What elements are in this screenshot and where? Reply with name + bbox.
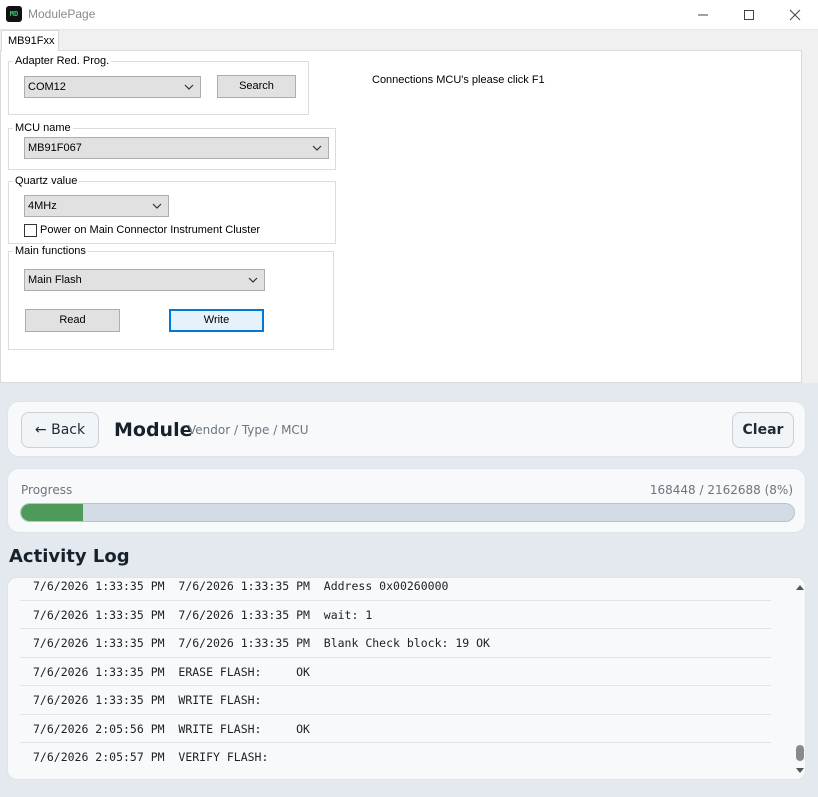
log-entry: 7/6/2026 1:33:35 PM 7/6/2026 1:33:35 PM …: [20, 578, 771, 601]
module-title: Module: [114, 419, 193, 441]
module-panel: Adapter Red. Prog. COM12 Search Connecti…: [0, 50, 802, 383]
adapter-group: Adapter Red. Prog. COM12 Search: [8, 55, 309, 115]
log-entry: 7/6/2026 1:33:35 PM ERASE FLASH: OK: [20, 658, 771, 686]
activity-log-title: Activity Log: [9, 546, 130, 567]
window-title: ModulePage: [28, 7, 96, 21]
progress-bar-fill: [21, 504, 83, 521]
functions-group-label: Main functions: [13, 245, 88, 257]
scroll-down-icon[interactable]: [796, 768, 804, 773]
back-button[interactable]: ← Back: [21, 412, 99, 448]
mcu-select-value: MB91F067: [28, 142, 82, 154]
progress-count: 168448 / 2162688 (8%): [649, 483, 793, 497]
mcu-group-label: MCU name: [13, 122, 73, 134]
search-button[interactable]: Search: [217, 75, 296, 98]
function-select-value: Main Flash: [28, 274, 82, 286]
close-icon: [789, 9, 801, 21]
adapter-group-label: Adapter Red. Prog.: [13, 55, 112, 67]
functions-group: Main functions Main Flash Read Write: [8, 245, 334, 350]
quartz-group-label: Quartz value: [13, 175, 80, 187]
window-right-edge: [802, 50, 818, 383]
tab-mb91fxx[interactable]: MB91Fxx: [1, 30, 59, 51]
activity-log: 7/6/2026 1:33:35 PM 7/6/2026 1:33:35 PM …: [7, 577, 806, 780]
log-scrollbar[interactable]: [793, 578, 805, 779]
log-entry: 7/6/2026 1:33:35 PM 7/6/2026 1:33:35 PM …: [20, 601, 771, 629]
power-checkbox[interactable]: [24, 224, 37, 237]
app-logo-icon: MD: [6, 6, 22, 22]
progress-label: Progress: [21, 483, 73, 497]
log-rows: 7/6/2026 1:33:35 PM 7/6/2026 1:33:35 PM …: [8, 578, 783, 772]
quartz-select[interactable]: 4MHz: [24, 195, 169, 217]
chevron-down-icon: [152, 203, 162, 209]
title-bar: MD ModulePage: [0, 0, 818, 30]
module-header: ← Back Module Vendor / Type / MCU Clear: [7, 401, 806, 457]
progress-bar: [20, 503, 795, 522]
scroll-up-icon[interactable]: [796, 585, 804, 590]
close-button[interactable]: [772, 0, 818, 30]
read-button[interactable]: Read: [25, 309, 120, 332]
minimize-button[interactable]: [680, 0, 726, 30]
chevron-down-icon: [248, 277, 258, 283]
write-button[interactable]: Write: [169, 309, 264, 332]
scroll-thumb[interactable]: [796, 745, 804, 761]
minimize-icon: [698, 14, 708, 16]
bottom-edge: [0, 788, 818, 797]
port-select[interactable]: COM12: [24, 76, 201, 98]
chevron-down-icon: [312, 145, 322, 151]
module-subtitle: Vendor / Type / MCU: [188, 423, 309, 437]
quartz-select-value: 4MHz: [28, 200, 57, 212]
quartz-group: Quartz value 4MHz Power on Main Connecto…: [8, 175, 336, 244]
status-text: Connections MCU's please click F1: [372, 74, 545, 86]
power-checkbox-label: Power on Main Connector Instrument Clust…: [40, 224, 261, 236]
clear-button[interactable]: Clear: [732, 412, 794, 448]
function-select[interactable]: Main Flash: [24, 269, 265, 291]
log-entry: 7/6/2026 1:33:35 PM WRITE FLASH:: [20, 686, 771, 715]
log-entry: 7/6/2026 2:05:57 PM VERIFY FLASH:: [33, 750, 269, 764]
chevron-down-icon: [184, 84, 194, 90]
mcu-group: MCU name MB91F067: [8, 122, 336, 170]
tab-strip: [0, 30, 818, 50]
progress-card: Progress 168448 / 2162688 (8%): [7, 468, 806, 533]
mcu-select[interactable]: MB91F067: [24, 137, 329, 159]
log-entry: 7/6/2026 1:33:35 PM 7/6/2026 1:33:35 PM …: [20, 629, 771, 658]
log-entry: 7/6/2026 2:05:56 PM WRITE FLASH: OK: [20, 715, 771, 743]
maximize-button[interactable]: [726, 0, 772, 30]
port-select-value: COM12: [28, 81, 66, 93]
maximize-icon: [744, 10, 754, 20]
